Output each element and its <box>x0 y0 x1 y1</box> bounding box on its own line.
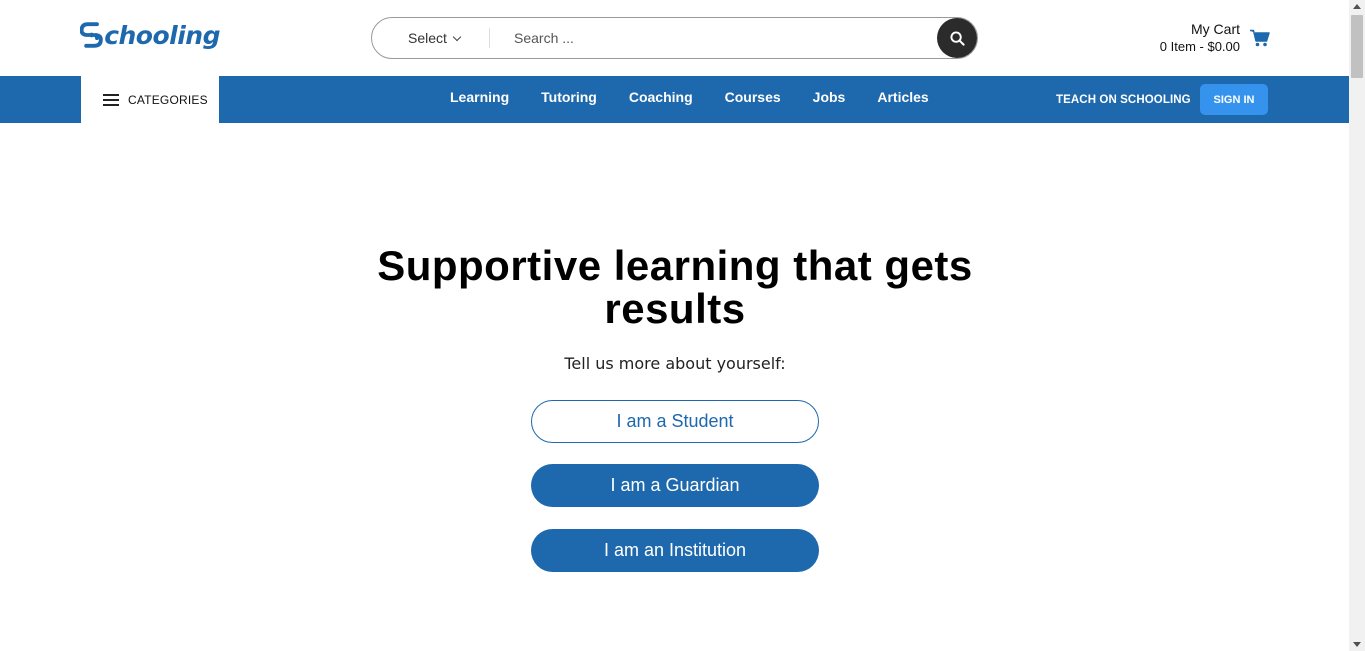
search-divider <box>489 28 490 48</box>
nav-link-jobs[interactable]: Jobs <box>813 89 846 105</box>
hero-subtitle: Tell us more about yourself: <box>564 354 786 373</box>
chevron-down-icon <box>452 32 462 41</box>
cart-summary: 0 Item - $0.00 <box>1159 39 1240 54</box>
nav-link-tutoring[interactable]: Tutoring <box>541 89 597 105</box>
schooling-s-logo-icon <box>80 22 103 48</box>
sign-in-button[interactable]: SIGN IN <box>1200 84 1268 115</box>
search-icon <box>949 30 965 46</box>
hamburger-icon <box>103 93 119 106</box>
search-bar: Select <box>371 17 978 59</box>
nav-link-learning[interactable]: Learning <box>450 89 509 105</box>
teach-on-schooling-link[interactable]: TEACH ON SCHOOLING <box>1056 76 1191 123</box>
page-scrollbar[interactable] <box>1349 0 1365 651</box>
scrollbar-thumb[interactable] <box>1351 15 1363 78</box>
institution-role-button[interactable]: I am an Institution <box>531 529 819 572</box>
site-logo[interactable]: chooling <box>80 18 220 52</box>
nav-links: Learning Tutoring Coaching Courses Jobs … <box>450 76 961 123</box>
category-select-label: Select <box>408 30 447 46</box>
scroll-up-arrow-icon[interactable] <box>1353 4 1361 9</box>
logo-wordmark: chooling <box>104 20 220 50</box>
cart-title: My Cart <box>1191 21 1240 37</box>
cart[interactable]: My Cart 0 Item - $0.00 <box>1150 20 1270 60</box>
guardian-role-button[interactable]: I am a Guardian <box>531 464 819 507</box>
search-button[interactable] <box>937 18 977 58</box>
categories-label: CATEGORIES <box>128 92 208 107</box>
site-header: chooling Select My Cart 0 Item - $0.00 <box>0 0 1349 76</box>
nav-link-courses[interactable]: Courses <box>725 89 781 105</box>
student-role-button[interactable]: I am a Student <box>531 400 819 443</box>
category-select[interactable]: Select <box>408 18 462 58</box>
nav-link-coaching[interactable]: Coaching <box>629 89 693 105</box>
nav-link-articles[interactable]: Articles <box>877 89 928 105</box>
scroll-down-arrow-icon[interactable] <box>1353 642 1361 647</box>
categories-menu-button[interactable]: CATEGORIES <box>81 76 219 123</box>
hero-title: Supportive learning that gets results <box>377 242 973 332</box>
main-navbar: CATEGORIES Learning Tutoring Coaching Co… <box>0 76 1349 123</box>
search-input[interactable] <box>502 24 932 52</box>
shopping-cart-icon[interactable] <box>1250 29 1270 47</box>
